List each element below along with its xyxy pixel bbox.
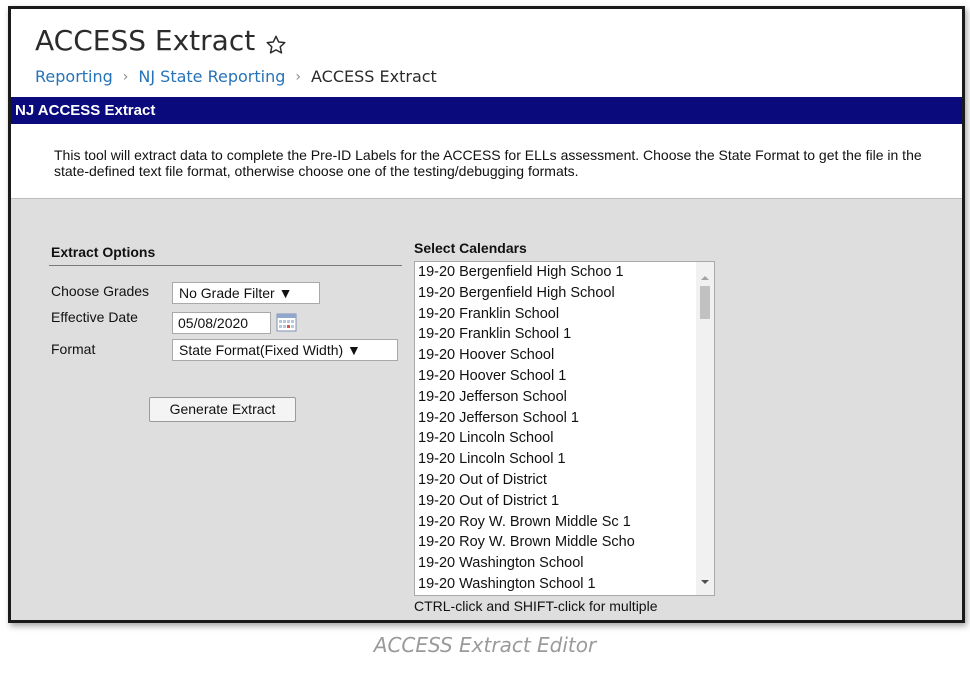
calendar-option[interactable]: 19-20 Washington School 1 bbox=[415, 574, 695, 595]
tool-description: This tool will extract data to complete … bbox=[54, 147, 922, 179]
format-select[interactable]: State Format(Fixed Width) ▼ bbox=[172, 339, 398, 361]
calendar-option[interactable]: 19-20 Bergenfield High School bbox=[415, 283, 695, 304]
breadcrumb-separator: › bbox=[295, 68, 301, 85]
select-calendars-heading: Select Calendars bbox=[414, 240, 527, 256]
multi-select-hint: CTRL-click and SHIFT-click for multiple bbox=[414, 598, 658, 614]
effective-date-label: Effective Date bbox=[51, 309, 138, 325]
editor-window: ACCESS Extract Reporting › NJ State Repo… bbox=[8, 6, 965, 623]
panel-header: NJ ACCESS Extract bbox=[11, 97, 962, 124]
calendar-option[interactable]: 19-20 Hoover School 1 bbox=[415, 366, 695, 387]
calendar-listbox[interactable]: 19-20 Bergenfield High Schoo 1 19-20 Ber… bbox=[414, 261, 715, 596]
extract-options-divider bbox=[49, 265, 402, 266]
breadcrumb-reporting[interactable]: Reporting bbox=[35, 67, 113, 86]
calendar-option[interactable]: 19-20 Bergenfield High Schoo 1 bbox=[415, 262, 695, 283]
calendar-option[interactable]: 19-20 Out of District bbox=[415, 470, 695, 491]
calendar-option[interactable]: 19-20 Lincoln School bbox=[415, 428, 695, 449]
breadcrumb: Reporting › NJ State Reporting › ACCESS … bbox=[35, 67, 437, 86]
breadcrumb-nj-state-reporting[interactable]: NJ State Reporting bbox=[138, 67, 285, 86]
extract-options-heading: Extract Options bbox=[51, 244, 156, 260]
calendar-option[interactable]: 19-20 Lincoln School 1 bbox=[415, 449, 695, 470]
figure-caption: ACCESS Extract Editor bbox=[373, 633, 597, 657]
breadcrumb-current: ACCESS Extract bbox=[311, 67, 437, 86]
calendar-option[interactable]: 19-20 Jefferson School bbox=[415, 387, 695, 408]
scroll-thumb[interactable] bbox=[700, 286, 710, 319]
description-area: This tool will extract data to complete … bbox=[11, 124, 962, 199]
calendar-option[interactable]: 19-20 Washington School bbox=[415, 553, 695, 574]
page-title: ACCESS Extract bbox=[35, 24, 287, 57]
listbox-scrollbar[interactable] bbox=[696, 262, 714, 595]
calendar-list: 19-20 Bergenfield High Schoo 1 19-20 Ber… bbox=[415, 262, 695, 595]
format-label: Format bbox=[51, 341, 96, 357]
calendar-option[interactable]: 19-20 Franklin School 1 bbox=[415, 324, 695, 345]
page-title-text: ACCESS Extract bbox=[35, 24, 256, 57]
effective-date-input[interactable] bbox=[172, 312, 271, 334]
choose-grades-label: Choose Grades bbox=[51, 283, 150, 299]
calendar-option[interactable]: 19-20 Out of District 1 bbox=[415, 491, 695, 512]
breadcrumb-separator: › bbox=[122, 68, 129, 85]
calendar-option[interactable]: 19-20 Jefferson School 1 bbox=[415, 408, 695, 429]
generate-extract-button[interactable]: Generate Extract bbox=[149, 397, 296, 422]
choose-grades-select[interactable]: No Grade Filter ▼ bbox=[172, 282, 320, 304]
calendar-option[interactable]: 19-20 Roy W. Brown Middle Scho bbox=[415, 532, 695, 553]
calendar-option[interactable]: 19-20 Hoover School bbox=[415, 345, 695, 366]
scroll-up-arrow-icon[interactable] bbox=[700, 270, 710, 280]
star-icon[interactable] bbox=[265, 30, 287, 54]
calendar-option[interactable]: 19-20 Roy W. Brown Middle Sc 1 bbox=[415, 512, 695, 533]
scroll-down-arrow-icon[interactable] bbox=[700, 574, 710, 584]
calendar-option[interactable]: 19-20 Franklin School bbox=[415, 304, 695, 325]
calendar-icon[interactable] bbox=[276, 312, 297, 332]
